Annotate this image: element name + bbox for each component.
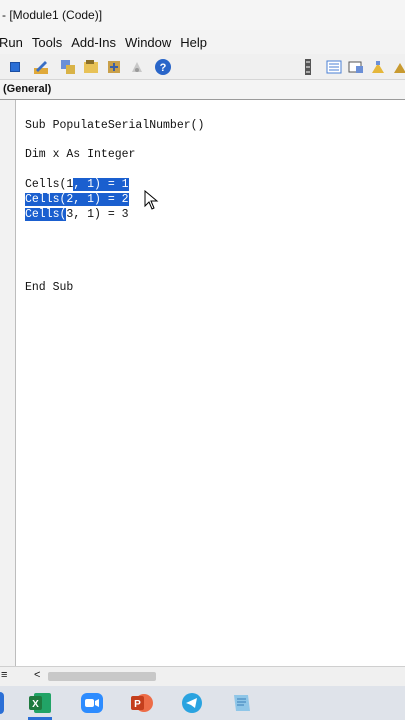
object-browser-icon[interactable] <box>106 59 122 75</box>
menu-tools[interactable]: Tools <box>32 35 62 50</box>
project-explorer-icon[interactable] <box>60 59 76 75</box>
code-line-cells-2[interactable]: Cells(2, 1) = 2 <box>25 192 129 207</box>
mouse-pointer-icon <box>144 190 159 210</box>
zoom-icon[interactable] <box>80 692 104 714</box>
outdent-icon[interactable] <box>348 59 364 75</box>
code-line-cells-1-unselected: Cells(1 <box>25 178 74 191</box>
powerpoint-icon[interactable]: P <box>130 692 154 714</box>
menu-add-ins[interactable]: Add-Ins <box>71 35 116 50</box>
reset-icon[interactable] <box>10 62 20 72</box>
menu-help[interactable]: Help <box>180 35 207 50</box>
notepad-icon[interactable] <box>230 692 254 714</box>
menu-bar: Run Tools Add-Ins Window Help <box>0 30 405 54</box>
window-title: - [Module1 (Code)] <box>2 8 103 22</box>
taskbar: X P <box>0 686 405 720</box>
code-line-sub[interactable]: Sub PopulateSerialNumber() <box>25 118 204 133</box>
procedure-view-icon[interactable]: ≡ <box>1 669 7 681</box>
design-mode-icon[interactable] <box>33 59 49 75</box>
grip-icon[interactable] <box>303 57 313 77</box>
menu-run[interactable]: Run <box>0 35 23 50</box>
code-line-cells-2-selected: Cells(2, 1) = 2 <box>25 193 129 206</box>
title-bar: - [Module1 (Code)] <box>0 0 405 30</box>
svg-text:?: ? <box>160 62 167 74</box>
excel-icon[interactable]: X <box>28 692 52 714</box>
telegram-icon[interactable] <box>180 692 204 714</box>
code-line-cells-1-selected: , 1) = 1 <box>73 178 129 191</box>
code-line-end-sub[interactable]: End Sub <box>25 280 73 295</box>
code-line-cells-3-unselected: 3, 1) = 3 <box>66 208 129 221</box>
toggle-breakpoint-icon[interactable] <box>370 59 386 75</box>
object-dropdown-value: (General) <box>3 83 52 95</box>
toolbar: ? <box>0 54 405 80</box>
horizontal-scrollbar[interactable]: ≡ < <box>0 666 405 686</box>
scroll-left-icon[interactable]: < <box>34 669 40 681</box>
code-line-dim[interactable]: Dim x As Integer <box>25 147 135 162</box>
svg-text:P: P <box>134 699 141 710</box>
properties-icon[interactable] <box>83 59 99 75</box>
menu-window[interactable]: Window <box>125 35 171 50</box>
margin-indicator-bar[interactable] <box>0 100 16 666</box>
help-icon[interactable]: ? <box>154 58 172 76</box>
edge-app-icon[interactable] <box>0 692 4 714</box>
scroll-thumb[interactable] <box>48 672 156 681</box>
code-line-cells-1[interactable]: Cells(1, 1) = 1 <box>25 177 129 192</box>
comment-icon[interactable] <box>392 59 405 75</box>
indent-icon[interactable] <box>326 59 342 75</box>
code-line-cells-3-selected: Cells( <box>25 208 67 221</box>
toolbox-icon[interactable] <box>129 59 145 75</box>
svg-text:X: X <box>32 699 39 710</box>
object-dropdown[interactable]: (General) <box>0 80 405 100</box>
code-line-cells-3[interactable]: Cells(3, 1) = 3 <box>25 207 129 222</box>
